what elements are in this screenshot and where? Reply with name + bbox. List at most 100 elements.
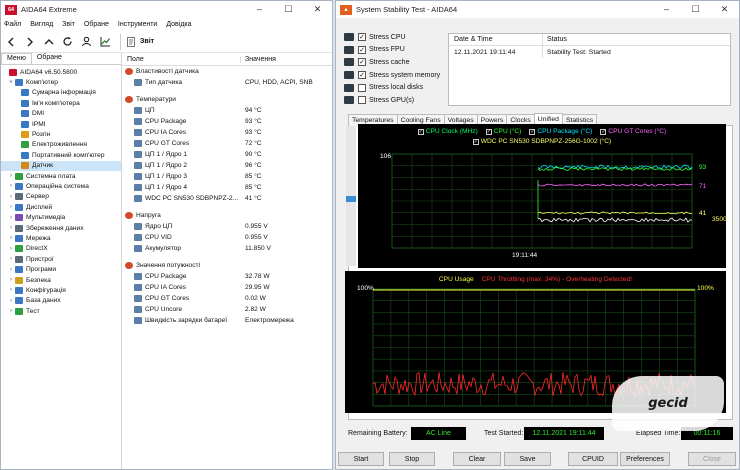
- tree-item[interactable]: › Пристрої: [1, 254, 121, 264]
- tree-item[interactable]: Розгін: [1, 129, 121, 139]
- stress-checkbox[interactable]: ✓: [358, 45, 366, 54]
- expand-arrow-icon[interactable]: ›: [7, 204, 15, 210]
- tree-item[interactable]: › Мережа: [1, 233, 121, 243]
- section-header[interactable]: Напруга: [122, 210, 332, 221]
- tree-item[interactable]: Ім'я комп'ютера: [1, 98, 121, 108]
- sst-close-button[interactable]: ✕: [710, 4, 739, 15]
- expand-arrow-icon[interactable]: ˅: [7, 80, 15, 86]
- refresh-button[interactable]: [58, 32, 77, 51]
- property-row[interactable]: ЦП 94 °C: [122, 105, 332, 116]
- user-button[interactable]: [77, 32, 96, 51]
- property-row[interactable]: CPU GT Cores 72 °C: [122, 138, 332, 149]
- cpuid-button[interactable]: CPUID: [568, 452, 618, 466]
- tree-item[interactable]: › Мультимедіа: [1, 212, 121, 222]
- property-row[interactable]: CPU GT Cores 0.02 W: [122, 293, 332, 304]
- menu-item[interactable]: Довідка: [166, 21, 191, 28]
- property-row[interactable]: Тип датчика CPU, HDD, ACPI, SNB: [122, 77, 332, 88]
- property-row[interactable]: ЦП 1 / Ядро 2 96 °C: [122, 160, 332, 171]
- property-row[interactable]: ЦП 1 / Ядро 4 85 °C: [122, 182, 332, 193]
- forward-button[interactable]: [20, 32, 39, 51]
- stress-option[interactable]: ✓ Stress cache: [344, 56, 440, 69]
- property-row[interactable]: CPU IA Cores 29.95 W: [122, 282, 332, 293]
- expand-arrow-icon[interactable]: ›: [7, 298, 15, 304]
- section-header[interactable]: Значення потужності: [122, 260, 332, 271]
- column-value[interactable]: Значення: [241, 56, 276, 63]
- stress-checkbox[interactable]: ✓: [358, 71, 366, 80]
- tree-item[interactable]: › Сервер: [1, 192, 121, 202]
- log-col-datetime[interactable]: Date & Time: [449, 34, 543, 45]
- minimize-button[interactable]: –: [245, 4, 274, 15]
- tree-item[interactable]: › Програми: [1, 264, 121, 274]
- tree-item[interactable]: Сумарна інформація: [1, 88, 121, 98]
- menu-item[interactable]: Файл: [4, 21, 21, 28]
- log-col-status[interactable]: Status: [543, 36, 567, 43]
- tab-menu[interactable]: Меню: [1, 53, 32, 64]
- tree-item[interactable]: › Конфігурація: [1, 285, 121, 295]
- maximize-button[interactable]: ☐: [274, 4, 303, 15]
- expand-arrow-icon[interactable]: ›: [7, 183, 15, 189]
- tree-item[interactable]: ˅ Комп'ютер: [1, 77, 121, 87]
- property-row[interactable]: CPU VID 0.955 V: [122, 232, 332, 243]
- stop-button[interactable]: Stop: [389, 452, 435, 466]
- tree-item[interactable]: AIDA64 v6.50.5800: [1, 67, 121, 77]
- sst-minimize-button[interactable]: –: [652, 4, 681, 15]
- tree-item[interactable]: › Дисплей: [1, 202, 121, 212]
- stress-checkbox[interactable]: ✓: [358, 58, 366, 67]
- sst-maximize-button[interactable]: ☐: [681, 4, 710, 15]
- graph-scrollbar[interactable]: [346, 126, 356, 266]
- section-header[interactable]: Властивості датчика: [122, 66, 332, 77]
- stress-checkbox[interactable]: [358, 96, 366, 105]
- expand-arrow-icon[interactable]: ›: [7, 246, 15, 252]
- tree-item[interactable]: › DirectX: [1, 244, 121, 254]
- property-row[interactable]: CPU IA Cores 93 °C: [122, 127, 332, 138]
- expand-arrow-icon[interactable]: ›: [7, 194, 15, 200]
- property-row[interactable]: Ядро ЦП 0.955 V: [122, 221, 332, 232]
- close-button[interactable]: ✕: [303, 4, 332, 15]
- property-row[interactable]: ЦП 1 / Ядро 3 85 °C: [122, 171, 332, 182]
- property-row[interactable]: CPU Package 93 °C: [122, 116, 332, 127]
- property-row[interactable]: CPU Package 32.78 W: [122, 271, 332, 282]
- stress-option[interactable]: Stress GPU(s): [344, 94, 440, 107]
- stress-option[interactable]: ✓ Stress CPU: [344, 31, 440, 44]
- tree-item[interactable]: › Системна плата: [1, 171, 121, 181]
- tree-item[interactable]: › Збереження даних: [1, 223, 121, 233]
- expand-arrow-icon[interactable]: ›: [7, 256, 15, 262]
- back-button[interactable]: [1, 32, 20, 51]
- expand-arrow-icon[interactable]: ›: [7, 173, 15, 179]
- menu-item[interactable]: Звіт: [62, 21, 75, 28]
- stress-option[interactable]: ✓ Stress FPU: [344, 44, 440, 57]
- tab-favorites[interactable]: Обране: [32, 53, 67, 64]
- expand-arrow-icon[interactable]: ›: [7, 277, 15, 283]
- chart-button[interactable]: [96, 32, 115, 51]
- property-row[interactable]: WDC PC SN530 SDBPNPZ-2... 41 °C: [122, 193, 332, 204]
- stress-checkbox[interactable]: [358, 83, 366, 92]
- menu-item[interactable]: Інструменти: [118, 21, 157, 28]
- tree-item[interactable]: IPMI: [1, 119, 121, 129]
- stress-option[interactable]: ✓ Stress system memory: [344, 69, 440, 82]
- section-header[interactable]: Температури: [122, 94, 332, 105]
- menu-item[interactable]: Вигляд: [30, 21, 53, 28]
- expand-arrow-icon[interactable]: ›: [7, 225, 15, 231]
- expand-arrow-icon[interactable]: ›: [7, 215, 15, 221]
- close-dialog-button[interactable]: Close: [688, 452, 736, 466]
- start-button[interactable]: Start: [338, 452, 384, 466]
- tree-item[interactable]: › База даних: [1, 296, 121, 306]
- save-button[interactable]: Save: [504, 452, 551, 466]
- property-row[interactable]: Акумулятор 11.850 V: [122, 243, 332, 254]
- tree-item[interactable]: Електроживлення: [1, 140, 121, 150]
- log-row[interactable]: 12.11.2021 19:11:44 Stability Test: Star…: [449, 46, 730, 58]
- expand-arrow-icon[interactable]: ›: [7, 267, 15, 273]
- aida64-titlebar[interactable]: 64 AIDA64 Extreme – ☐ ✕: [1, 1, 332, 18]
- stress-checkbox[interactable]: ✓: [358, 33, 366, 42]
- tree-item[interactable]: Портативний комп'ютер: [1, 150, 121, 160]
- tree-item[interactable]: Датчик: [1, 160, 121, 171]
- expand-arrow-icon[interactable]: ›: [7, 308, 15, 314]
- preferences-button[interactable]: Preferences: [620, 452, 670, 466]
- property-row[interactable]: Швидкість зарядки батареї Електромережа: [122, 315, 332, 326]
- expand-arrow-icon[interactable]: ›: [7, 235, 15, 241]
- stress-option[interactable]: Stress local disks: [344, 81, 440, 94]
- expand-arrow-icon[interactable]: ›: [7, 287, 15, 293]
- clear-button[interactable]: Clear: [453, 452, 501, 466]
- tree-item[interactable]: › Операційна система: [1, 181, 121, 191]
- up-button[interactable]: [39, 32, 58, 51]
